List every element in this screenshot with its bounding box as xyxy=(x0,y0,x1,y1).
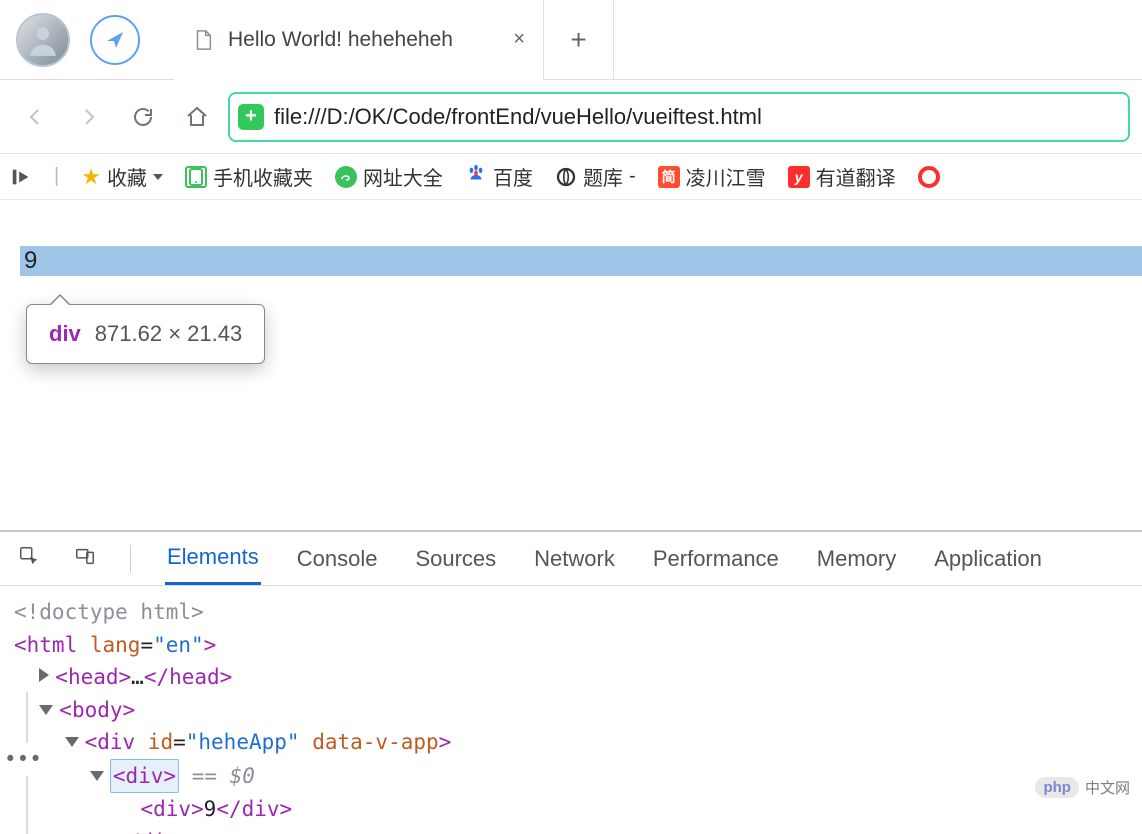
tab-elements[interactable]: Elements xyxy=(165,532,261,585)
tab-application[interactable]: Application xyxy=(932,534,1044,584)
url-text: file:///D:/OK/Code/frontEnd/vueHello/vue… xyxy=(274,104,762,130)
youdao-label: 有道翻译 xyxy=(816,162,896,191)
tab-network[interactable]: Network xyxy=(532,534,617,584)
tab-performance[interactable]: Performance xyxy=(651,534,781,584)
tab-sources[interactable]: Sources xyxy=(413,534,498,584)
collapse-icon[interactable] xyxy=(65,737,79,747)
close-tab-button[interactable]: × xyxy=(513,28,525,51)
devtools-separator xyxy=(130,545,131,573)
tiku-hyphen: - xyxy=(629,165,636,188)
tiku-label: 题库 xyxy=(583,162,623,191)
nav-site-label: 网址大全 xyxy=(363,162,443,191)
devtools-tabbar: Elements Console Sources Network Perform… xyxy=(0,532,1142,586)
collapse-icon[interactable] xyxy=(39,705,53,715)
inspect-element-button[interactable] xyxy=(18,545,40,573)
mobile-favorites-button[interactable]: 手机收藏夹 xyxy=(185,162,313,191)
baidu-label: 百度 xyxy=(493,162,533,191)
dom-div-inner[interactable]: <div>9</div> xyxy=(14,793,1128,826)
devtools-dom-tree[interactable]: <!doctype html> <html lang="en"> <head>…… xyxy=(0,586,1142,834)
browser-tabbar: Hello World! heheheheh × + xyxy=(0,0,1142,80)
dom-doctype: <!doctype html> xyxy=(14,596,1128,629)
bookmarks-bar: | ★ 收藏 手机收藏夹 网址大全 百度 题库 - 简 凌川江雪 y 有道翻译 xyxy=(0,154,1142,200)
lingchuan-label: 凌川江雪 xyxy=(686,162,766,191)
nav-site-icon xyxy=(335,166,357,188)
forward-button[interactable] xyxy=(66,94,112,140)
page-viewport: 9 div 871.62 × 21.43 xyxy=(0,200,1142,530)
url-toolbar: + file:///D:/OK/Code/frontEnd/vueHello/v… xyxy=(0,80,1142,154)
jian-icon: 简 xyxy=(658,166,680,188)
bookmarks-separator: | xyxy=(54,165,59,188)
youdao-button[interactable]: y 有道翻译 xyxy=(788,162,896,191)
address-bar[interactable]: + file:///D:/OK/Code/frontEnd/vueHello/v… xyxy=(228,92,1130,142)
user-avatar[interactable] xyxy=(16,13,70,67)
new-tab-button[interactable]: + xyxy=(544,0,614,80)
devtools-panel: Elements Console Sources Network Perform… xyxy=(0,530,1142,834)
baidu-icon xyxy=(465,163,487,191)
watermark: php 中文网 xyxy=(1035,777,1130,798)
star-icon: ★ xyxy=(81,164,101,190)
sphere-icon xyxy=(555,166,577,188)
reload-button[interactable] xyxy=(120,94,166,140)
dom-body-open[interactable]: <body> xyxy=(14,694,1128,727)
avatar-slot xyxy=(0,13,86,67)
mobile-favorites-label: 手机收藏夹 xyxy=(213,162,313,191)
baidu-button[interactable]: 百度 xyxy=(465,162,533,191)
watermark-text: 中文网 xyxy=(1085,777,1130,798)
favorites-label: 收藏 xyxy=(107,162,147,191)
tab-title: Hello World! heheheheh xyxy=(228,28,453,52)
circle-icon xyxy=(918,166,940,188)
dom-div-close[interactable]: </div> xyxy=(14,826,1128,834)
security-shield-icon: + xyxy=(238,104,264,130)
lingchuan-button[interactable]: 简 凌川江雪 xyxy=(658,162,766,191)
dom-div-app[interactable]: <div id="heheApp" data-v-app> xyxy=(14,726,1128,759)
expand-icon[interactable] xyxy=(39,668,49,682)
home-button[interactable] xyxy=(174,94,220,140)
tooltip-tag-name: div xyxy=(49,321,81,347)
youdao-icon: y xyxy=(788,166,810,188)
device-toolbar-button[interactable] xyxy=(74,545,96,573)
inspected-element-highlight: 9 xyxy=(20,246,1142,276)
chevron-down-icon xyxy=(153,174,163,180)
tab-console[interactable]: Console xyxy=(295,534,380,584)
sidebar-toggle-icon xyxy=(10,166,32,188)
collapse-icon[interactable] xyxy=(90,771,104,781)
file-icon xyxy=(192,29,214,51)
tooltip-dimensions: 871.62 × 21.43 xyxy=(95,321,242,347)
home-nav-button[interactable] xyxy=(86,15,144,65)
back-button[interactable] xyxy=(12,94,58,140)
mobile-icon xyxy=(185,166,207,188)
nav-site-button[interactable]: 网址大全 xyxy=(335,162,443,191)
compass-icon xyxy=(90,15,140,65)
browser-tab[interactable]: Hello World! heheheheh × xyxy=(174,0,544,80)
dom-div-selected[interactable]: <div> == $0 xyxy=(14,759,1128,794)
dom-head[interactable]: <head>…</head> xyxy=(14,661,1128,694)
highlighted-text: 9 xyxy=(24,247,37,275)
php-badge: php xyxy=(1035,777,1079,798)
bookmarks-toggle[interactable] xyxy=(10,166,32,188)
tiku-button[interactable]: 题库 - xyxy=(555,162,636,191)
overflow-bookmark[interactable] xyxy=(918,166,940,188)
dom-html-open[interactable]: <html lang="en"> xyxy=(14,629,1128,662)
tab-memory[interactable]: Memory xyxy=(815,534,898,584)
overflow-indicator[interactable]: ••• xyxy=(0,743,48,776)
favorites-button[interactable]: ★ 收藏 xyxy=(81,162,163,191)
element-dimensions-tooltip: div 871.62 × 21.43 xyxy=(26,304,265,364)
